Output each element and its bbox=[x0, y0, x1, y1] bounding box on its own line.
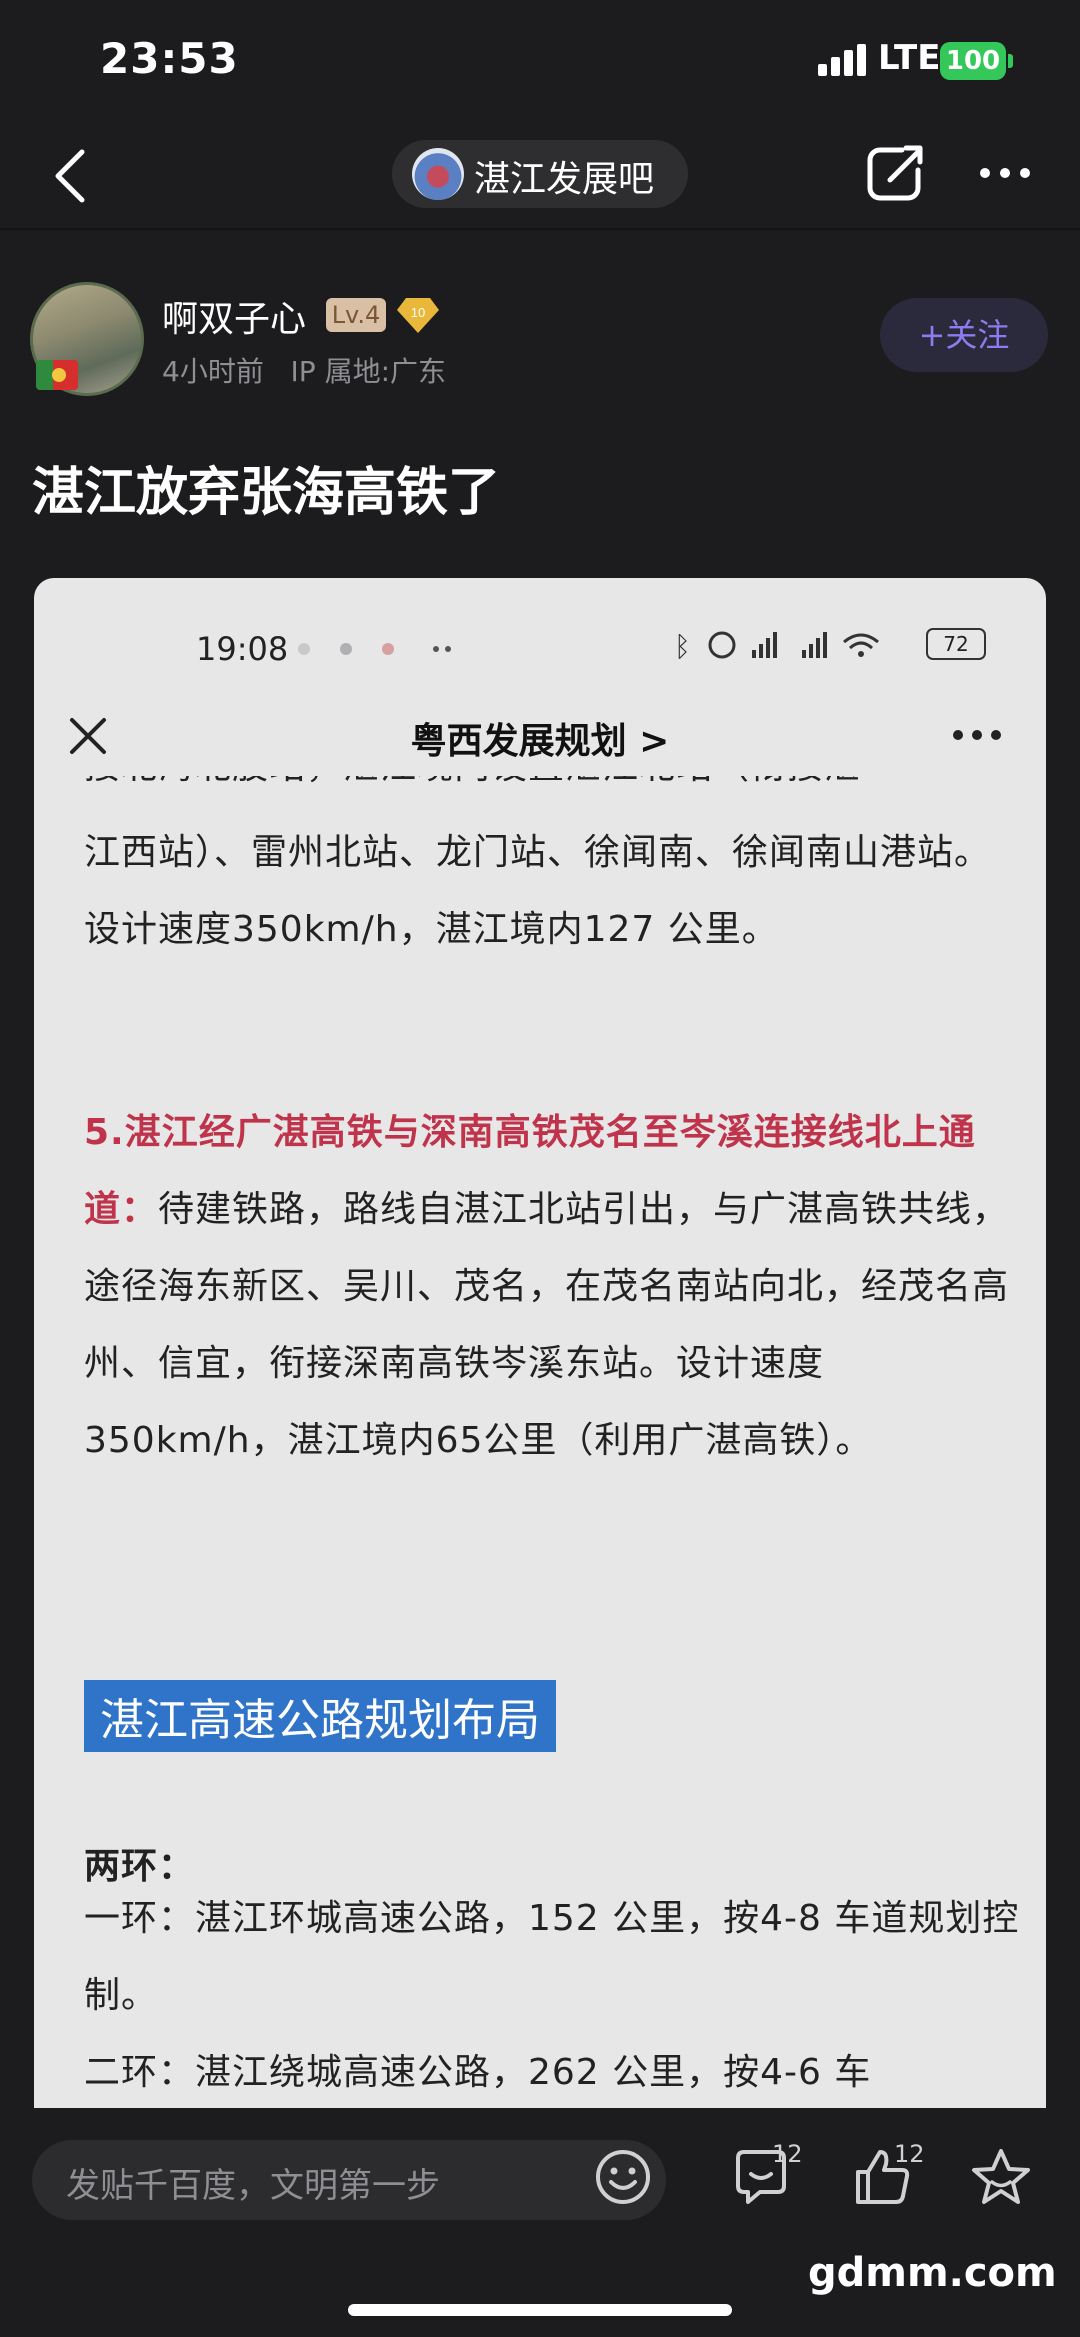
header-divider bbox=[0, 228, 1080, 230]
image-paragraph-1: 江西站）、雷州北站、龙门站、徐闻南、徐闻南山港站。设计速度350km/h，湛江境… bbox=[84, 832, 992, 950]
post-image[interactable]: 19:08 ᛒ 72 粤西发展规划 > 接北海北股站，湛江境内设置湛江北站（衔接… bbox=[34, 578, 1046, 2118]
battery-tip bbox=[1008, 54, 1013, 68]
post-time: 4小时前 bbox=[162, 355, 264, 388]
home-indicator[interactable] bbox=[348, 2304, 732, 2316]
emoji-icon[interactable] bbox=[594, 2148, 652, 2206]
image-section-heading: 湛江高速公路规划布局 bbox=[84, 1680, 556, 1752]
forum-avatar-icon[interactable] bbox=[412, 148, 464, 200]
network-type: LTE bbox=[878, 38, 941, 78]
image-more-icon bbox=[953, 730, 1001, 740]
image-paragraph-2: 5.湛江经广湛高铁与深南高铁茂名至岑溪连接线北上通道：待建铁路，路线自湛江北站引… bbox=[84, 1094, 1024, 1479]
share-icon[interactable] bbox=[862, 140, 928, 206]
back-arrow-icon[interactable] bbox=[50, 146, 90, 206]
image-status-time: 19:08 bbox=[196, 630, 289, 668]
gem-badge-icon: 10 bbox=[397, 298, 439, 333]
image-page-title: 粤西发展规划 > bbox=[410, 721, 670, 762]
image-battery: 72 bbox=[926, 628, 986, 660]
image-paragraph-2-body: 待建铁路，路线自湛江北站引出，与广湛高铁共线，途径海东新区、吴川、茂名，在茂名南… bbox=[84, 1189, 1010, 1461]
post-meta: 4小时前 IP 属地:广东 bbox=[162, 350, 446, 390]
svg-text:ᛒ: ᛒ bbox=[674, 630, 691, 663]
status-time: 23:53 bbox=[100, 34, 239, 83]
ip-location: IP 属地:广东 bbox=[290, 355, 447, 388]
post-title: 湛江放弃张海高铁了 bbox=[32, 463, 501, 523]
watermark: gdmm.com bbox=[808, 2250, 1057, 2296]
level-badge: Lv.4 bbox=[326, 298, 386, 332]
battery-indicator: 100 bbox=[940, 42, 1006, 80]
image-line-1: 一环：湛江环城高速公路，152 公里，按4-8 车道规划控制。 bbox=[84, 1898, 1020, 2016]
comment-count: 12 bbox=[772, 2140, 803, 2168]
image-notification-icons bbox=[298, 643, 451, 655]
flag-emblem-icon bbox=[52, 368, 66, 382]
image-cut-line: 接北海北股站，湛江境内设置湛江北站（衔接湛 bbox=[84, 776, 1024, 802]
like-count: 12 bbox=[894, 2140, 925, 2168]
favorite-star-icon[interactable] bbox=[970, 2146, 1032, 2208]
author-name[interactable]: 啊双子心 bbox=[162, 290, 306, 342]
svg-text:10: 10 bbox=[411, 305, 425, 320]
comment-placeholder[interactable]: 发贴千百度，文明第一步 bbox=[66, 2158, 440, 2207]
forum-name[interactable]: 湛江发展吧 bbox=[474, 150, 654, 202]
image-line-2: 二环：湛江绕城高速公路，262 公里，按4-6 车 bbox=[84, 2052, 872, 2093]
cellular-signal-icon bbox=[818, 44, 866, 76]
more-options-icon[interactable] bbox=[978, 166, 1032, 180]
follow-button[interactable]: +关注 bbox=[880, 298, 1048, 372]
